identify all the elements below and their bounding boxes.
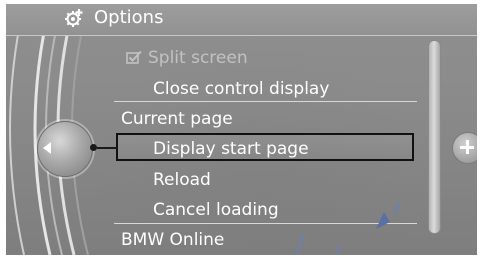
menu-item-cancel-loading[interactable]: Cancel loading bbox=[153, 199, 279, 221]
checkbox-check-icon bbox=[126, 50, 142, 64]
menu-item-split-screen[interactable]: Split screen bbox=[126, 47, 248, 69]
gear-options-icon bbox=[65, 9, 83, 27]
selection-pointer-dot bbox=[90, 144, 97, 151]
plus-icon-stem bbox=[465, 140, 469, 154]
map-background-decoration bbox=[295, 201, 401, 255]
menu-item-close-control-display[interactable]: Close control display bbox=[153, 78, 329, 100]
menu-item-reload[interactable]: Reload bbox=[153, 169, 211, 191]
title-bar: Options bbox=[6, 4, 477, 36]
section-heading-bmw-online: BMW Online bbox=[121, 230, 225, 250]
title-options: Options bbox=[94, 7, 164, 28]
controller-knob[interactable] bbox=[37, 121, 93, 177]
section-heading-current-page: Current page bbox=[121, 109, 233, 129]
selection-pointer-line bbox=[97, 147, 117, 149]
divider bbox=[114, 101, 417, 102]
scrollbar[interactable] bbox=[428, 40, 441, 234]
control-display-screen: Options Split screen Close control displ… bbox=[6, 4, 477, 255]
plus-button[interactable] bbox=[452, 132, 477, 164]
menu-item-display-start-page[interactable]: Display start page bbox=[153, 138, 309, 160]
left-arrow-icon bbox=[43, 142, 51, 154]
split-screen-label: Split screen bbox=[148, 48, 248, 68]
